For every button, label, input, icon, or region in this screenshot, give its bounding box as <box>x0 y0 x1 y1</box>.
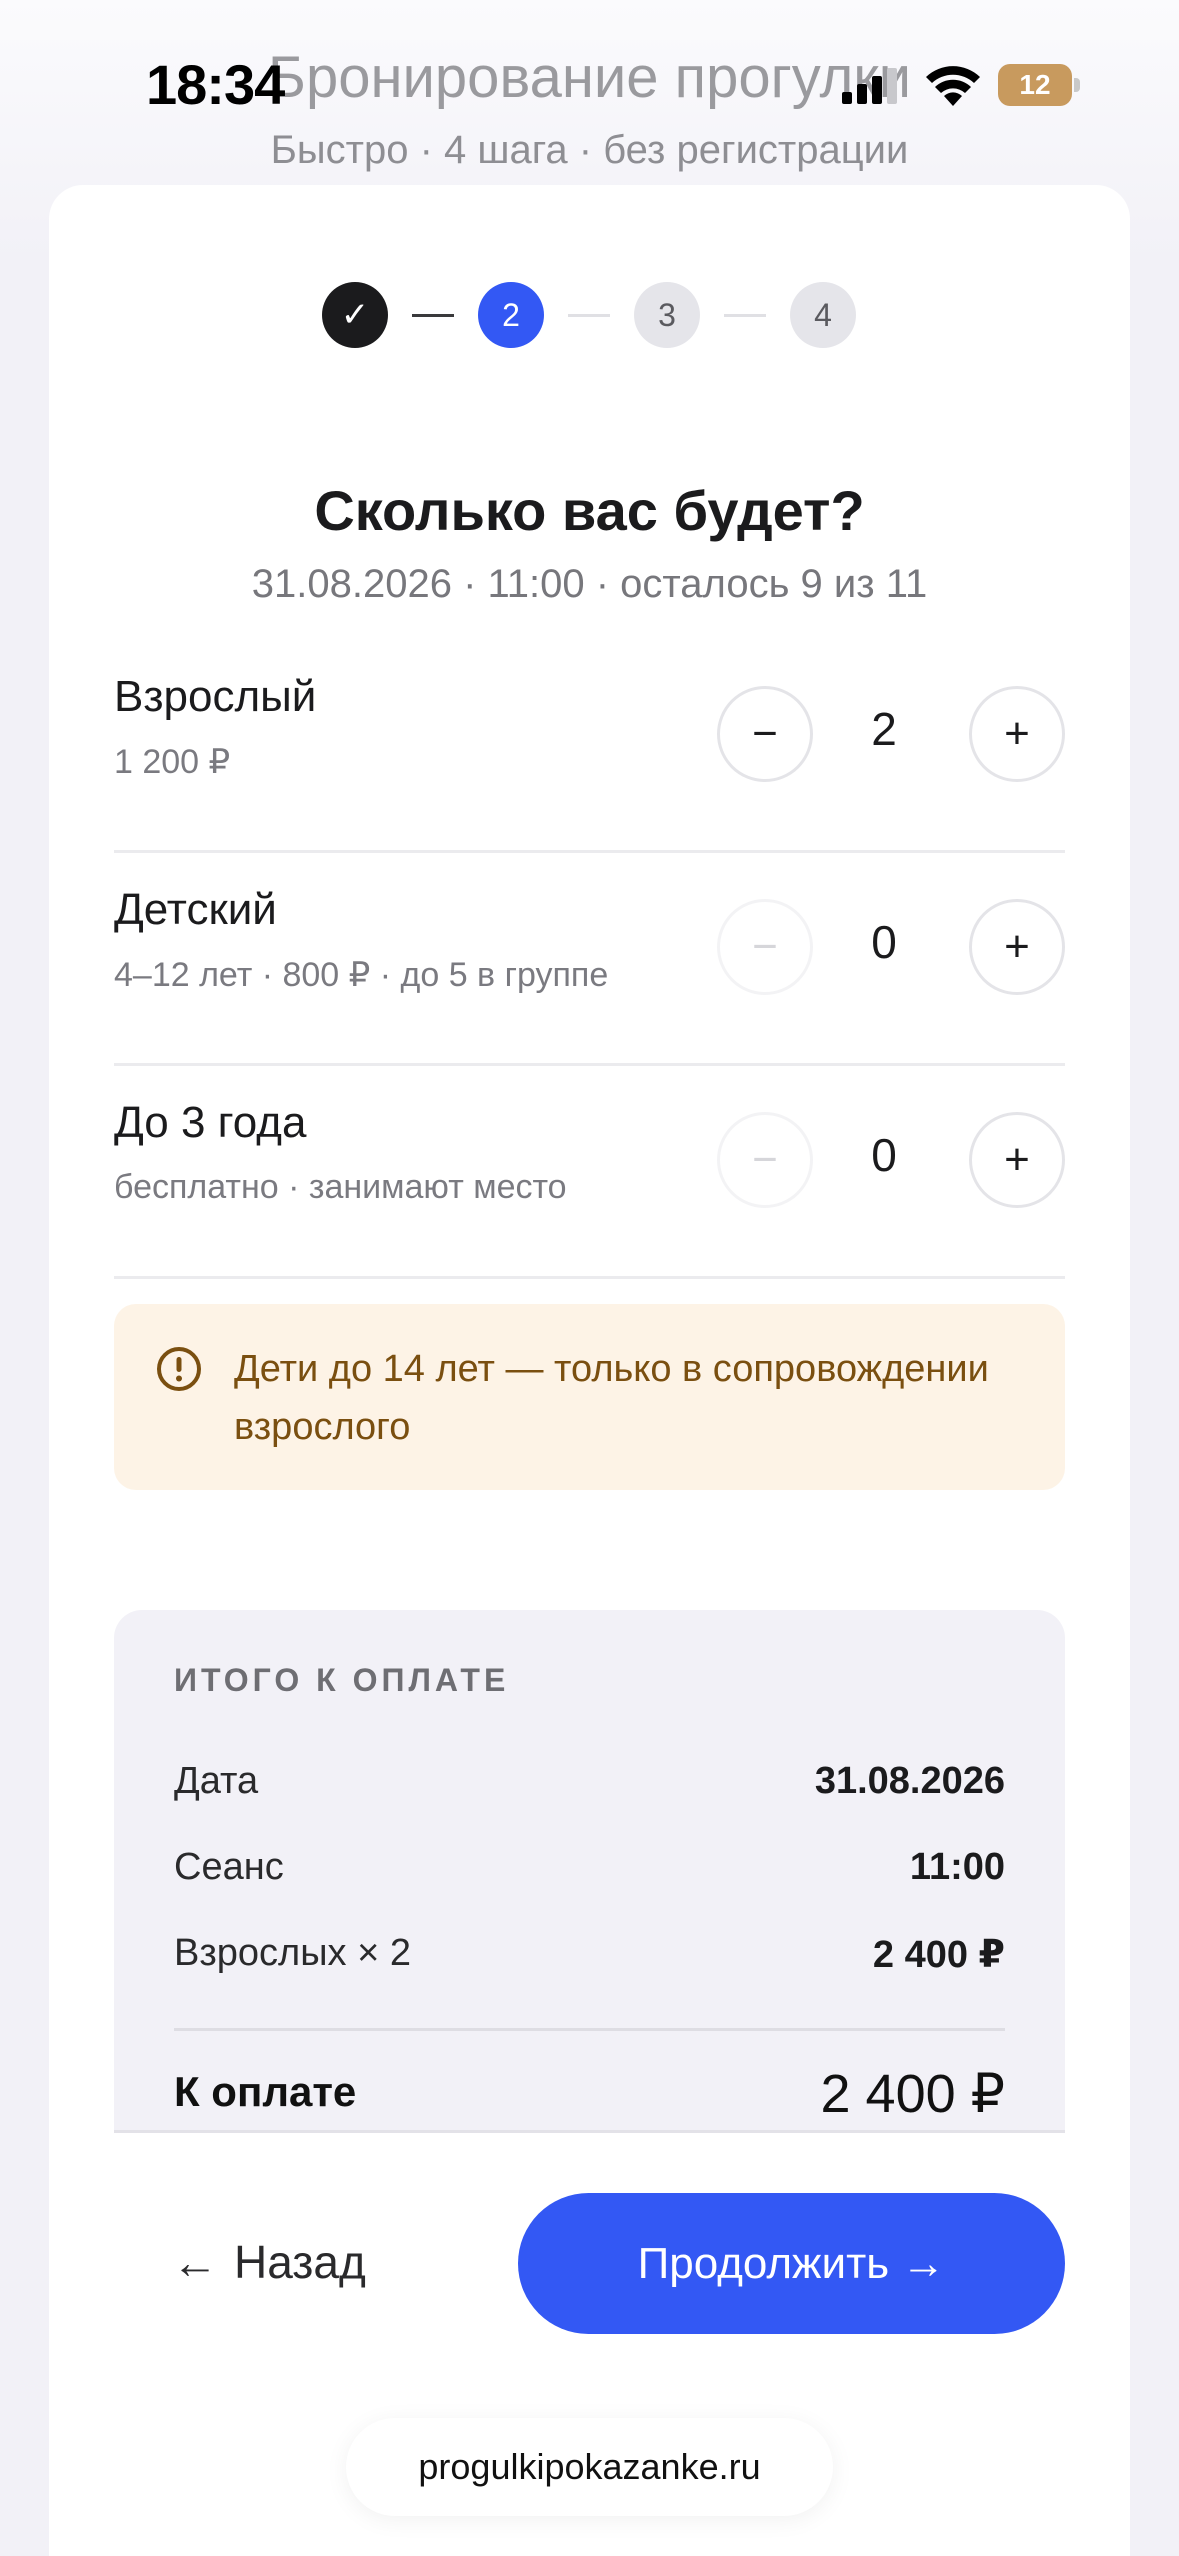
infant-increment-button[interactable]: + <box>969 1112 1065 1208</box>
back-button[interactable]: ← Назад <box>172 2222 366 2302</box>
wifi-icon <box>926 66 980 106</box>
step-connector <box>568 313 610 317</box>
url-bar[interactable]: progulkipokazanke.ru <box>346 2418 833 2516</box>
summary-label: Взрослых × 2 <box>174 1932 411 1974</box>
step-2-active: 2 <box>478 282 544 348</box>
summary-divider <box>174 2028 1005 2031</box>
step-connector <box>412 313 454 317</box>
ticket-price: 1 200 ₽ <box>114 743 231 781</box>
summary-label: Сеанс <box>174 1846 284 1888</box>
battery-cap <box>1074 78 1080 92</box>
adult-increment-button[interactable]: + <box>969 686 1065 782</box>
infant-count: 0 <box>871 1129 897 1181</box>
alert-circle-icon <box>157 1347 201 1391</box>
summary-title: ИТОГО К ОПЛАТЕ <box>174 1662 510 1698</box>
total-label: К оплате <box>174 2068 357 2115</box>
summary-value: 11:00 <box>909 1846 1005 1888</box>
summary-label: Дата <box>174 1760 259 1802</box>
status-time: 18:34 <box>146 53 285 116</box>
step-4: 4 <box>790 282 856 348</box>
order-summary: ИТОГО К ОПЛАТЕ Дата 31.08.2026 Сеанс 11:… <box>114 1610 1065 2132</box>
ticket-price: 4–12 лет · 800 ₽ · до 5 в группе <box>114 956 609 994</box>
booking-page: 18:34 12 Бронирование прогулки Быстро · … <box>0 0 1179 2556</box>
child-increment-button[interactable]: + <box>969 899 1065 995</box>
ticket-row-adult: Взрослый 1 200 ₽ − 2 + <box>114 640 1065 853</box>
step-1-done: ✓ <box>322 282 388 348</box>
back-label: Назад <box>234 2236 366 2288</box>
summary-row-adults: Взрослых × 2 2 400 ₽ <box>174 1932 1005 1982</box>
step-indicator: ✓ 2 3 4 <box>322 282 856 348</box>
session-info: 31.08.2026 · 11:00 · осталось 9 из 11 <box>251 562 928 606</box>
summary-value: 31.08.2026 <box>814 1760 1005 1802</box>
ticket-name: Детский <box>114 885 277 934</box>
question-title: Сколько вас будет? <box>314 479 865 542</box>
summary-row-session: Сеанс 11:00 <box>174 1846 1005 1896</box>
battery-icon: 12 <box>998 64 1080 106</box>
arrow-left-icon: ← <box>172 2236 218 2288</box>
child-decrement-button[interactable]: − <box>717 899 813 995</box>
adult-count: 2 <box>871 703 897 755</box>
summary-row-date: Дата 31.08.2026 <box>174 1760 1005 1810</box>
ticket-name: До 3 года <box>114 1098 307 1147</box>
ticket-row-child: Детский 4–12 лет · 800 ₽ · до 5 в группе… <box>114 853 1065 1066</box>
notice-text: Дети до 14 лет — только в сопровождении … <box>234 1348 989 1448</box>
battery-level: 12 <box>998 64 1072 106</box>
age-notice: Дети до 14 лет — только в сопровождении … <box>114 1304 1065 1490</box>
ticket-row-infant: До 3 года бесплатно · занимают место − 0… <box>114 1066 1065 1279</box>
status-bar: 18:34 12 <box>0 0 1179 170</box>
infant-decrement-button[interactable]: − <box>717 1112 813 1208</box>
adult-decrement-button[interactable]: − <box>717 686 813 782</box>
continue-button[interactable]: Продолжить → <box>518 2193 1065 2334</box>
cellular-signal-icon <box>842 68 897 104</box>
child-count: 0 <box>871 916 897 968</box>
step-connector <box>724 313 766 317</box>
ticket-name: Взрослый <box>114 672 317 721</box>
total-value: 2 400 ₽ <box>820 2064 1006 2124</box>
summary-value: 2 400 ₽ <box>872 1934 1005 1976</box>
summary-edge-divider <box>114 2130 1065 2133</box>
ticket-price: бесплатно · занимают место <box>114 1168 567 1206</box>
step-3: 3 <box>634 282 700 348</box>
